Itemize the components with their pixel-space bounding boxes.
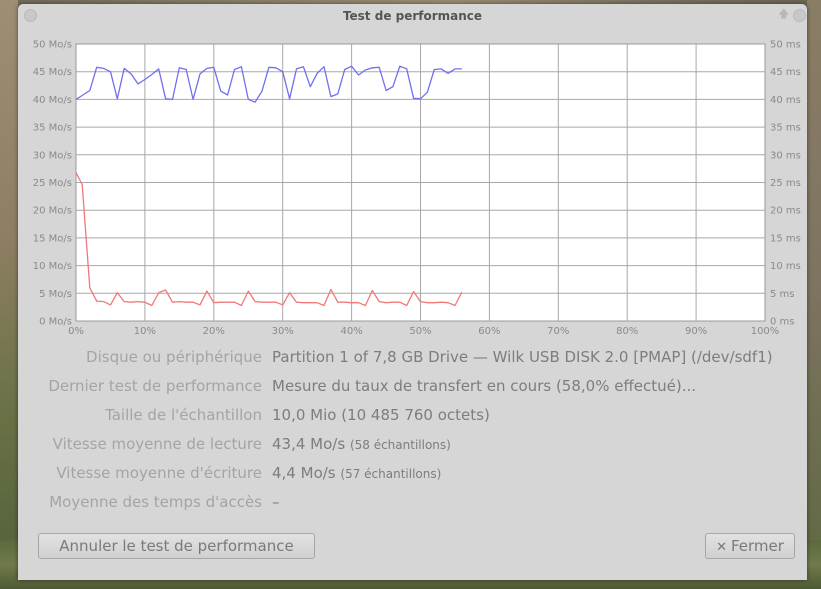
info-value-text: Mesure du taux de transfert en cours (58… bbox=[272, 377, 697, 395]
y-tick-label-left: 35 Mo/s bbox=[33, 123, 72, 134]
y-tick-label-left: 0 Mo/s bbox=[39, 317, 72, 328]
y-tick-label-left: 45 Mo/s bbox=[33, 67, 72, 78]
y-tick-label-left: 20 Mo/s bbox=[33, 206, 72, 217]
y-tick-label-right: 50 ms bbox=[770, 40, 801, 51]
y-tick-label-right: 5 ms bbox=[770, 289, 795, 300]
y-tick-label-left: 5 Mo/s bbox=[39, 289, 72, 300]
y-tick-label-right: 20 ms bbox=[770, 206, 801, 217]
info-row-read-speed: Vitesse moyenne de lecture 43,4 Mo/s (58… bbox=[18, 435, 807, 459]
info-value-text: 43,4 Mo/s bbox=[272, 435, 346, 453]
info-value-text: 10,0 Mio (10 485 760 octets) bbox=[272, 406, 490, 424]
benchmark-dialog: Test de performance 🡅 0 Mo/s 0 ms 5 Mo/s 5 … bbox=[18, 4, 807, 580]
info-value-text: 4,4 Mo/s bbox=[272, 464, 336, 482]
info-value: 43,4 Mo/s (58 échantillons) bbox=[272, 435, 451, 453]
info-row-write-speed: Vitesse moyenne d'écriture 4,4 Mo/s (57 … bbox=[18, 464, 807, 488]
info-row-sample-size: Taille de l'échantillon 10,0 Mio (10 485… bbox=[18, 406, 807, 430]
close-button[interactable]: ✕ Fermer bbox=[705, 533, 795, 559]
info-value: Mesure du taux de transfert en cours (58… bbox=[272, 377, 696, 395]
info-label: Disque ou périphérique bbox=[86, 348, 262, 366]
x-tick-label: 80% bbox=[616, 326, 638, 337]
info-row-device: Disque ou périphérique Partition 1 of 7,… bbox=[18, 348, 807, 372]
x-tick-label: 30% bbox=[272, 326, 294, 337]
y-tick-label-right: 10 ms bbox=[770, 261, 801, 272]
info-label: Vitesse moyenne de lecture bbox=[52, 435, 262, 453]
y-tick-label-right: 25 ms bbox=[770, 178, 801, 189]
desktop-background-right bbox=[807, 0, 821, 589]
x-tick-label: 60% bbox=[478, 326, 500, 337]
x-tick-label: 20% bbox=[203, 326, 225, 337]
info-value-text: – bbox=[272, 493, 280, 511]
info-value: 4,4 Mo/s (57 échantillons) bbox=[272, 464, 441, 482]
info-value-detail: (57 échantillons) bbox=[340, 467, 442, 481]
info-label: Vitesse moyenne d'écriture bbox=[56, 464, 262, 482]
y-tick-label-right: 30 ms bbox=[770, 150, 801, 161]
y-tick-label-left: 30 Mo/s bbox=[33, 150, 72, 161]
y-tick-label-left: 50 Mo/s bbox=[33, 40, 72, 51]
x-tick-label: 100% bbox=[751, 326, 780, 337]
x-tick-label: 90% bbox=[685, 326, 707, 337]
y-tick-label-right: 40 ms bbox=[770, 95, 801, 106]
info-row-access-time: Moyenne des temps d'accès – bbox=[18, 493, 807, 517]
x-tick-label: 0% bbox=[68, 326, 84, 337]
x-tick-label: 10% bbox=[134, 326, 156, 337]
window-menu-button[interactable] bbox=[24, 9, 37, 22]
chart-canvas: 0 Mo/s 0 ms5 Mo/s 5 ms10 Mo/s 10 ms15 Mo/s 1… bbox=[33, 40, 801, 338]
info-value: 10,0 Mio (10 485 760 octets) bbox=[272, 406, 490, 424]
arrow-up-icon[interactable]: 🡅 bbox=[778, 6, 789, 22]
info-value-text: Partition 1 of 7,8 GB Drive — Wilk USB D… bbox=[272, 348, 773, 366]
info-value: Partition 1 of 7,8 GB Drive — Wilk USB D… bbox=[272, 348, 773, 366]
benchmark-chart: 0 Mo/s 0 ms 5 Mo/s 5 ms 10 Mo/s 10 ms 15 Mo/s 1… bbox=[18, 34, 807, 339]
x-tick-label: 40% bbox=[340, 326, 362, 337]
y-tick-label-right: 15 ms bbox=[770, 233, 801, 244]
window-close-button[interactable] bbox=[793, 9, 806, 22]
info-label: Taille de l'échantillon bbox=[105, 406, 262, 424]
info-label: Dernier test de performance bbox=[48, 377, 262, 395]
info-value-detail: (58 échantillons) bbox=[349, 438, 451, 452]
info-value: – bbox=[272, 493, 280, 511]
x-tick-label: 50% bbox=[409, 326, 431, 337]
title-bar[interactable]: Test de performance 🡅 bbox=[18, 4, 807, 26]
info-label: Moyenne des temps d'accès bbox=[49, 493, 262, 511]
close-button-label: Fermer bbox=[730, 537, 784, 555]
desktop-background-left bbox=[0, 0, 18, 589]
y-tick-label-right: 45 ms bbox=[770, 67, 801, 78]
x-tick-label: 70% bbox=[547, 326, 569, 337]
y-tick-label-right: 35 ms bbox=[770, 123, 801, 134]
y-tick-label-left: 10 Mo/s bbox=[33, 261, 72, 272]
y-tick-label-left: 15 Mo/s bbox=[33, 233, 72, 244]
info-row-last-test: Dernier test de performance Mesure du ta… bbox=[18, 377, 807, 401]
cancel-benchmark-button[interactable]: Annuler le test de performance bbox=[38, 533, 315, 559]
y-tick-label-left: 40 Mo/s bbox=[33, 95, 72, 106]
close-icon: ✕ bbox=[716, 540, 727, 555]
y-tick-label-left: 25 Mo/s bbox=[33, 178, 72, 189]
window-title: Test de performance bbox=[342, 9, 483, 23]
